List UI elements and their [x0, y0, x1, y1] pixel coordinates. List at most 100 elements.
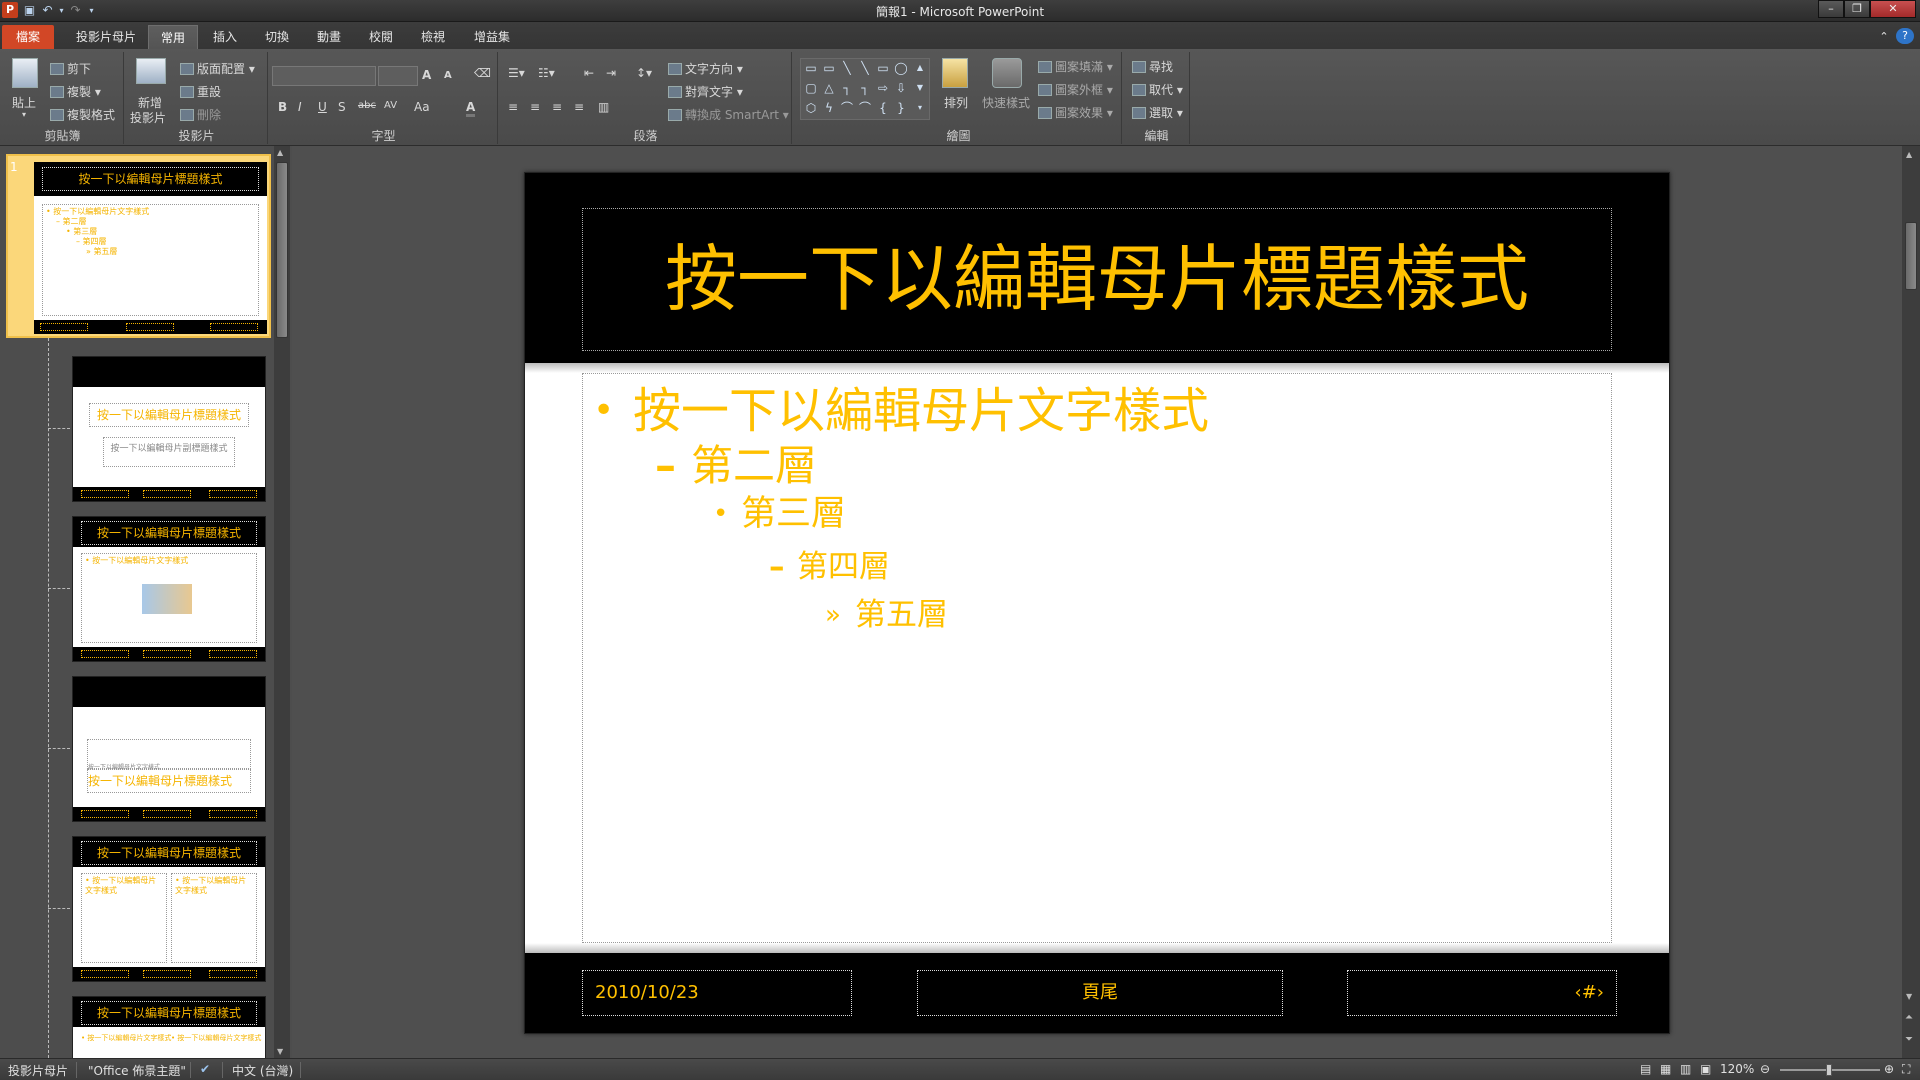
fit-to-window-icon[interactable]: ⛶ [1902, 1062, 1910, 1077]
elbow-connector-icon[interactable]: ┐ [839, 81, 855, 95]
help-icon[interactable]: ? [1896, 28, 1914, 44]
scroll-up-icon[interactable]: ▲ [277, 148, 283, 157]
zoom-in-icon[interactable]: ⊕ [1884, 1062, 1894, 1076]
underline-button[interactable]: U [318, 100, 327, 114]
new-slide-icon[interactable] [136, 58, 166, 84]
slide-master-canvas[interactable]: 按一下以編輯母片標題樣式 • 按一下以編輯母片文字樣式 – 第二層 • 第三層 … [524, 172, 1670, 1034]
gallery-up-icon[interactable]: ▲ [913, 61, 927, 75]
paste-button[interactable]: 貼上 [12, 94, 36, 111]
align-center-icon[interactable]: ≡ [530, 100, 540, 114]
slide-sorter-icon[interactable]: ▦ [1660, 1062, 1671, 1076]
brace-right-shape-icon[interactable]: } [893, 101, 909, 115]
copy-button[interactable]: 複製 ▾ [50, 83, 101, 100]
status-language[interactable]: 中文 (台灣) [232, 1062, 293, 1079]
gallery-down-icon[interactable]: ▼ [913, 81, 927, 95]
rectangle-shape-icon[interactable]: ▭ [875, 61, 891, 75]
brace-left-shape-icon[interactable]: { [875, 101, 891, 115]
scrollbar-thumb[interactable] [1905, 222, 1917, 290]
change-case-button[interactable]: Aa [414, 100, 430, 114]
format-painter-button[interactable]: 複製格式 [50, 106, 115, 123]
vertical-text-box-shape-icon[interactable]: ▭ [821, 61, 837, 75]
paste-dropdown-icon[interactable]: ▾ [22, 110, 26, 119]
tab-animations[interactable]: 動畫 [306, 25, 352, 49]
shape-outline-button[interactable]: 圖案外框 ▾ [1038, 81, 1113, 98]
align-right-icon[interactable]: ≡ [552, 100, 562, 114]
rounded-rect-shape-icon[interactable]: ▢ [803, 81, 819, 95]
arc-shape-icon[interactable]: ⌒ [857, 101, 873, 115]
arrange-button[interactable]: 排列 [944, 94, 968, 111]
normal-view-icon[interactable]: ▤ [1640, 1062, 1651, 1076]
font-size-combo[interactable] [378, 66, 418, 86]
slide-number-placeholder[interactable]: ‹#› [1347, 970, 1617, 1016]
char-spacing-button[interactable]: AV [384, 100, 397, 111]
thumbnail-layout-content[interactable]: 按一下以編輯母片標題樣式 • 按一下以編輯母片文字樣式 [72, 516, 266, 662]
title-placeholder[interactable]: 按一下以編輯母片標題樣式 [582, 208, 1612, 351]
quick-styles-button[interactable]: 快速樣式 [982, 94, 1030, 111]
align-text-button[interactable]: 對齊文字 ▾ [668, 83, 743, 100]
paste-icon[interactable] [12, 58, 38, 88]
next-slide-icon[interactable]: ⏷ [1905, 1034, 1913, 1045]
thumbnail-layout-two-content[interactable]: 按一下以編輯母片標題樣式 • 按一下以編輯母片文字樣式 • 按一下以編輯母片文字… [72, 836, 266, 982]
zoom-slider-thumb[interactable] [1826, 1064, 1832, 1076]
scroll-up-icon[interactable]: ▲ [1906, 150, 1912, 159]
columns-icon[interactable]: ▥ [598, 100, 609, 114]
shadow-button[interactable]: S [338, 100, 346, 114]
close-button[interactable]: ✕ [1870, 0, 1916, 18]
new-slide-button-line2[interactable]: 投影片 [130, 109, 166, 126]
previous-slide-icon[interactable]: ⏶ [1905, 1012, 1913, 1023]
thumbnail-scrollbar[interactable]: ▲ ▼ [274, 146, 290, 1058]
spelling-check-icon[interactable]: ✔ [200, 1062, 210, 1076]
thumbnail-layout-title[interactable]: 按一下以編輯母片標題樣式 按一下以編輯母片副標題樣式 [72, 356, 266, 502]
line2-shape-icon[interactable]: ╲ [857, 61, 873, 75]
strikethrough-button[interactable]: abc [358, 100, 376, 111]
delete-button[interactable]: 刪除 [180, 106, 221, 123]
replace-button[interactable]: 取代 ▾ [1132, 81, 1183, 98]
tab-insert[interactable]: 插入 [202, 25, 248, 49]
right-arrow-shape-icon[interactable]: ⇨ [875, 81, 891, 95]
align-left-icon[interactable]: ≡ [508, 100, 518, 114]
tab-review[interactable]: 校閱 [358, 25, 404, 49]
tab-home[interactable]: 常用 [148, 25, 198, 49]
justify-icon[interactable]: ≡ [574, 100, 584, 114]
shrink-font-button[interactable]: A [444, 70, 452, 81]
layout-button[interactable]: 版面配置 ▾ [180, 60, 255, 77]
grow-font-button[interactable]: A [422, 68, 431, 82]
text-direction-button[interactable]: 文字方向 ▾ [668, 60, 743, 77]
down-arrow-shape-icon[interactable]: ⇩ [893, 81, 909, 95]
tab-view[interactable]: 檢視 [410, 25, 456, 49]
numbering-icon[interactable]: ☷▾ [538, 66, 555, 80]
scroll-down-icon[interactable]: ▼ [277, 1047, 283, 1056]
clear-formatting-icon[interactable]: ⌫ [474, 66, 491, 80]
line-spacing-icon[interactable]: ↕▾ [636, 66, 652, 80]
slideshow-icon[interactable]: ▣ [1700, 1062, 1711, 1076]
oval-shape-icon[interactable]: ◯ [893, 61, 909, 75]
increase-indent-icon[interactable]: ⇥ [606, 66, 616, 80]
shape-fill-button[interactable]: 圖案填滿 ▾ [1038, 58, 1113, 75]
select-button[interactable]: 選取 ▾ [1132, 104, 1183, 121]
footer-placeholder[interactable]: 頁尾 [917, 970, 1283, 1016]
font-color-button[interactable]: A [466, 100, 476, 117]
scrollbar-thumb[interactable] [276, 162, 288, 338]
find-button[interactable]: 尋找 [1132, 58, 1173, 75]
convert-smartart-button[interactable]: 轉換成 SmartArt ▾ [668, 106, 789, 123]
status-zoom-level[interactable]: 120% [1720, 1062, 1754, 1076]
elbow-arrow-icon[interactable]: ┐ [857, 81, 873, 95]
date-placeholder[interactable]: 2010/10/23 [582, 970, 852, 1016]
shapes-gallery[interactable]: ▭ ▭ ╲ ╲ ▭ ◯ ▢ △ ┐ ┐ ⇨ ⇩ ⬡ ϟ ⌒ ⌒ { } ▲ ▼ [800, 58, 930, 120]
italic-button[interactable]: I [298, 100, 302, 114]
ribbon-collapse-icon[interactable]: ⌃ [1876, 25, 1892, 49]
tab-file[interactable]: 檔案 [2, 25, 54, 49]
hexagon-shape-icon[interactable]: ⬡ [803, 101, 819, 115]
line-shape-icon[interactable]: ╲ [839, 61, 855, 75]
arrange-icon[interactable] [942, 58, 968, 88]
scroll-down-icon[interactable]: ▼ [1906, 992, 1912, 1001]
curve-shape-icon[interactable]: ⌒ [839, 101, 855, 115]
cut-button[interactable]: 剪下 [50, 60, 91, 77]
slide-scrollbar[interactable]: ▲ ▼ ⏶ ⏷ [1902, 146, 1920, 1058]
bullets-icon[interactable]: ☰▾ [508, 66, 525, 80]
lightning-shape-icon[interactable]: ϟ [821, 101, 837, 115]
tab-addins[interactable]: 增益集 [464, 25, 520, 49]
gallery-more-icon[interactable]: ▾ [913, 101, 927, 115]
font-name-combo[interactable] [272, 66, 376, 86]
bold-button[interactable]: B [278, 100, 287, 114]
